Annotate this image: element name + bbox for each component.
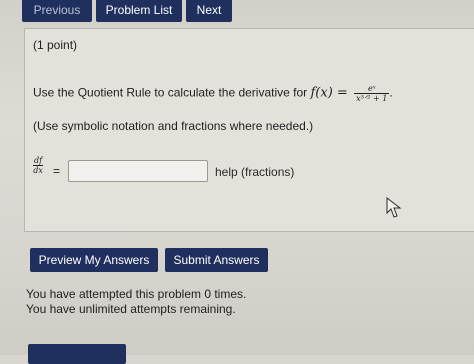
bottom-button-partial[interactable] <box>28 344 126 364</box>
statement-period: . <box>389 85 393 100</box>
mouse-cursor-icon <box>386 197 402 218</box>
function-fraction: eˣ x⁵ᐟ² + 1 <box>354 84 390 103</box>
function-label: f(x) = <box>310 85 348 101</box>
notation-hint: (Use symbolic notation and fractions whe… <box>33 119 314 133</box>
problem-list-button[interactable]: Problem List <box>96 0 182 22</box>
answer-input[interactable] <box>68 160 208 182</box>
attempts-remaining-text: You have unlimited attempts remaining. <box>26 302 236 316</box>
statement-text: Use the Quotient Rule to calculate the d… <box>33 85 308 100</box>
attempts-status: You have attempted this problem 0 times.… <box>26 287 246 317</box>
problem-panel: (1 point) Use the Quotient Rule to calcu… <box>24 28 474 232</box>
function-denominator: x⁵ᐟ² + 1 <box>356 94 388 103</box>
next-button[interactable]: Next <box>186 0 232 22</box>
attempts-count-text: You have attempted this problem 0 times. <box>26 287 247 301</box>
problem-points: (1 point) <box>33 38 78 52</box>
function-numerator: eˣ <box>354 84 390 94</box>
help-fractions-link[interactable]: help (fractions) <box>215 165 294 179</box>
derivative-label: df dx <box>33 156 44 175</box>
derivative-numerator: df <box>33 156 44 166</box>
derivative-denominator: dx <box>33 166 43 175</box>
submit-answers-button[interactable]: Submit Answers <box>165 248 268 272</box>
previous-button[interactable]: Previous <box>22 0 92 22</box>
problem-navigation: Previous Problem List Next <box>0 0 474 24</box>
equals-sign: = <box>53 164 61 178</box>
preview-answers-button[interactable]: Preview My Answers <box>30 248 158 272</box>
problem-statement: Use the Quotient Rule to calculate the d… <box>33 84 393 103</box>
